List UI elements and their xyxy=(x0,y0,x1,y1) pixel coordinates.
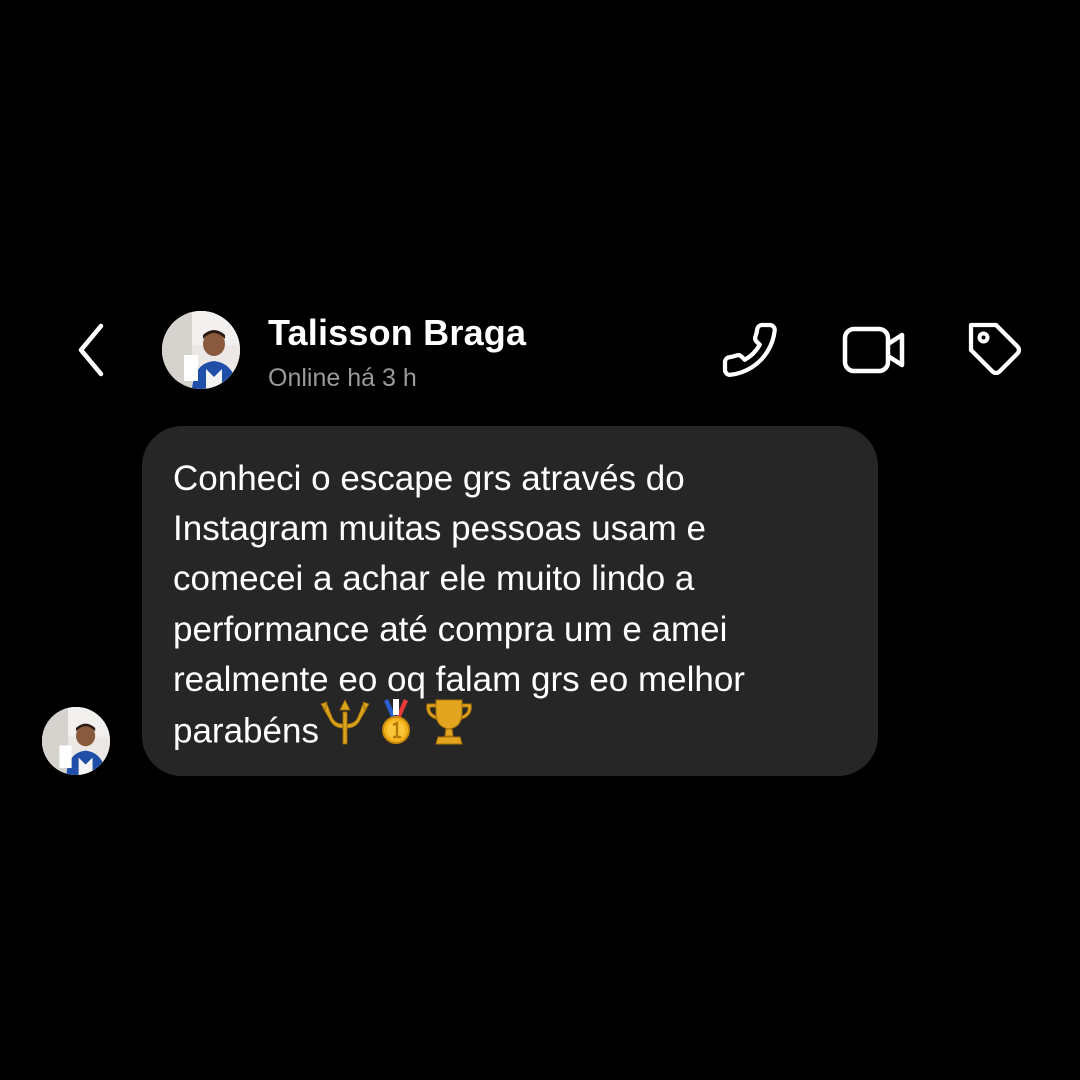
chevron-left-icon xyxy=(78,323,104,377)
message-line: Conheci o escape grs através do xyxy=(173,459,685,498)
sender-avatar[interactable] xyxy=(42,707,110,775)
contact-status: Online há 3 h xyxy=(268,364,417,392)
gold-medal-emoji xyxy=(371,697,421,761)
message-line: Instagram muitas pessoas usam e xyxy=(173,509,707,549)
message-bubble[interactable]: Conheci o escape grs através do Instagra… xyxy=(142,426,878,776)
video-camera-icon xyxy=(842,326,905,374)
trident-emoji xyxy=(319,698,371,760)
tag-icon xyxy=(968,322,1021,375)
message-line: performance até compra um e amei xyxy=(173,609,728,649)
message-line: comecei a achar ele muito lindo a xyxy=(173,559,695,599)
message-text: Conheci o escape grs através do Instagra… xyxy=(173,454,852,761)
message-line: parabéns xyxy=(173,711,319,751)
chat-screen: Talisson Braga Online há 3 h Conheci o e… xyxy=(0,0,1080,1080)
contact-avatar[interactable] xyxy=(162,311,240,389)
trophy-emoji xyxy=(421,697,477,761)
video-call-button[interactable] xyxy=(842,318,906,382)
avatar-photo xyxy=(162,311,240,389)
message-line: realmente eo oq falam grs eo melhor xyxy=(173,659,745,699)
tag-button[interactable] xyxy=(964,318,1028,382)
contact-name[interactable]: Talisson Braga xyxy=(268,312,526,354)
message-last-line: parabéns xyxy=(173,699,852,761)
back-button[interactable] xyxy=(66,320,116,380)
phone-icon xyxy=(722,322,777,377)
avatar-photo xyxy=(42,707,110,775)
call-button[interactable] xyxy=(718,318,782,382)
